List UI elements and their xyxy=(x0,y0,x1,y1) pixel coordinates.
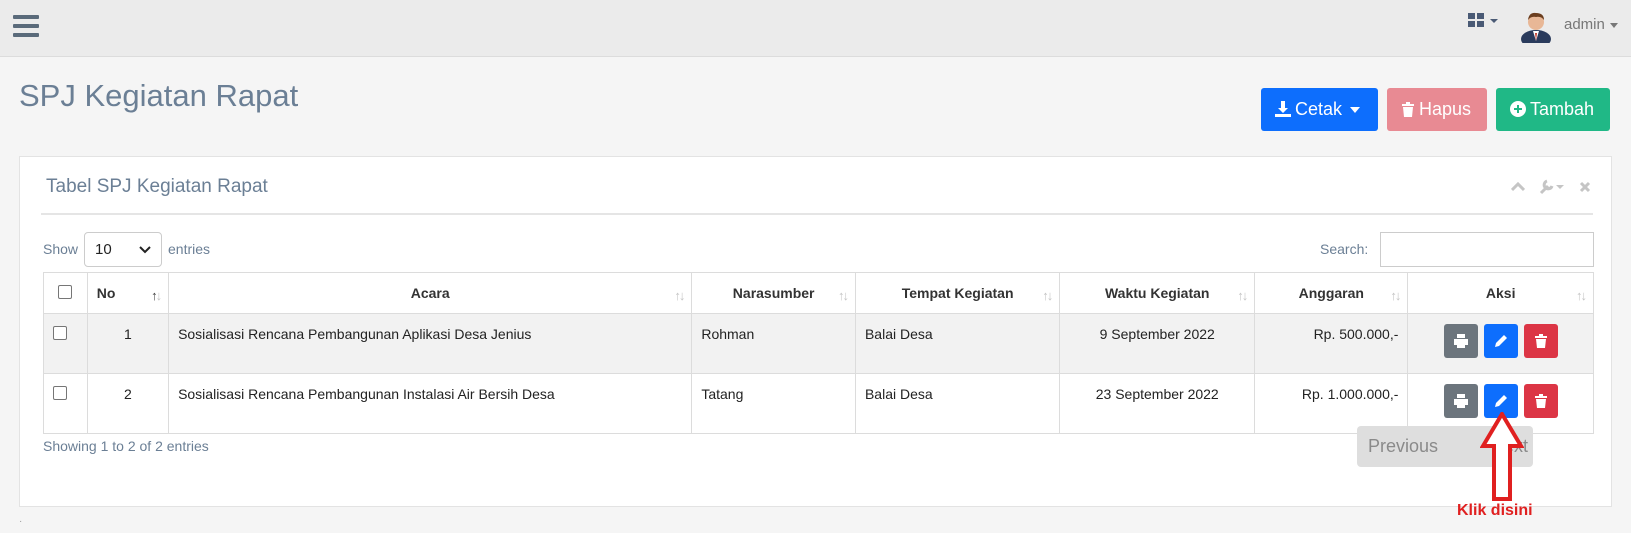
edit-button[interactable] xyxy=(1483,324,1518,358)
menu-toggle-icon[interactable] xyxy=(13,15,39,37)
cell-narasumber: Tatang xyxy=(691,373,856,434)
column-label: Narasumber xyxy=(732,285,815,301)
show-label: Show xyxy=(43,241,79,257)
column-header-aksi[interactable]: Aksi ↑↓ xyxy=(1407,272,1594,314)
user-menu[interactable]: admin xyxy=(1564,16,1618,33)
column-label: Waktu Kegiatan xyxy=(1104,285,1210,301)
trash-icon xyxy=(1534,394,1547,408)
close-icon[interactable] xyxy=(1579,181,1591,193)
annotation-label: Klik disini xyxy=(1457,502,1533,519)
cell-no: 2 xyxy=(86,373,170,434)
search-label: Search: xyxy=(1320,241,1369,257)
entries-label: entries xyxy=(168,241,211,257)
column-label: Anggaran xyxy=(1298,285,1364,301)
search-input[interactable] xyxy=(1380,232,1594,267)
cell-aksi xyxy=(1407,313,1594,374)
chevron-down-icon xyxy=(1609,22,1618,28)
apps-grid-icon[interactable] xyxy=(1468,13,1502,31)
cell-no: 1 xyxy=(86,313,170,374)
cetak-label: Cetak xyxy=(1295,99,1343,119)
column-header-acara[interactable]: Acara ↑↓ xyxy=(168,272,693,314)
tambah-button[interactable]: Tambah xyxy=(1496,88,1610,131)
column-label: Aksi xyxy=(1485,285,1516,301)
previous-button[interactable]: Previous xyxy=(1368,436,1438,457)
entries-select[interactable]: 10 xyxy=(84,232,162,267)
sort-asc-icon: ↑↓ xyxy=(151,288,162,303)
print-button[interactable] xyxy=(1443,384,1478,418)
chevron-down-icon xyxy=(139,245,151,253)
delete-button[interactable] xyxy=(1523,384,1558,418)
sort-icon: ↑↓ xyxy=(1576,288,1587,303)
print-button[interactable] xyxy=(1443,324,1478,358)
cell-tempat: Balai Desa xyxy=(854,373,1061,434)
tambah-label: Tambah xyxy=(1530,99,1595,119)
column-header-anggaran[interactable]: Anggaran ↑↓ xyxy=(1254,272,1409,314)
column-label: Tempat Kegiatan xyxy=(901,285,1014,301)
table-header-row: No ↑↓ Acara ↑↓ Narasumber ↑↓ Tempat Kegiata… xyxy=(43,272,1594,314)
wrench-icon[interactable] xyxy=(1539,179,1565,195)
column-header-narasumber[interactable]: Narasumber ↑↓ xyxy=(691,272,856,314)
column-label: No xyxy=(96,285,116,301)
cell-narasumber: Rohman xyxy=(691,313,856,374)
top-navbar: admin xyxy=(0,0,1631,57)
cell-anggaran: Rp. 1.000.000,- xyxy=(1254,373,1409,434)
row-select-cell xyxy=(43,313,88,374)
hapus-label: Hapus xyxy=(1419,99,1472,119)
table-row: 1 Sosialisasi Rencana Pembangunan Aplika… xyxy=(43,313,1594,374)
delete-button[interactable] xyxy=(1523,324,1558,358)
collapse-icon[interactable] xyxy=(1511,182,1525,192)
cell-anggaran: Rp. 500.000,- xyxy=(1254,313,1409,374)
cell-waktu: 9 September 2022 xyxy=(1059,313,1256,374)
sort-icon: ↑↓ xyxy=(1390,288,1401,303)
sort-icon: ↑↓ xyxy=(674,288,685,303)
pencil-icon xyxy=(1494,335,1507,347)
hapus-button[interactable]: Hapus xyxy=(1387,88,1487,131)
corner-mark: · xyxy=(19,516,23,527)
page-title: SPJ Kegiatan Rapat xyxy=(19,78,299,113)
user-avatar[interactable] xyxy=(1519,9,1553,48)
user-name-label: admin xyxy=(1564,16,1605,33)
pencil-icon xyxy=(1494,395,1507,407)
printer-icon xyxy=(1453,394,1468,408)
printer-icon xyxy=(1453,334,1468,348)
spj-table: No ↑↓ Acara ↑↓ Narasumber ↑↓ Tempat Kegiata… xyxy=(43,272,1594,434)
cetak-button[interactable]: Cetak xyxy=(1261,88,1378,131)
sort-icon: ↑↓ xyxy=(837,288,849,303)
sort-icon: ↑↓ xyxy=(1237,288,1248,303)
cell-tempat: Balai Desa xyxy=(854,313,1061,374)
sort-icon: ↑↓ xyxy=(1042,288,1053,303)
select-all-header xyxy=(43,272,88,314)
trash-icon xyxy=(1402,102,1414,117)
column-header-no[interactable]: No ↑↓ xyxy=(86,272,170,314)
column-label: Acara xyxy=(410,285,450,301)
cell-acara: Sosialisasi Rencana Pembangunan Aplikasi… xyxy=(168,313,693,374)
chevron-down-icon xyxy=(1350,107,1361,114)
annotation-arrow-up-icon xyxy=(1480,412,1524,501)
row-select-cell xyxy=(43,373,88,434)
cell-waktu: 23 September 2022 xyxy=(1059,373,1256,434)
column-header-tempat[interactable]: Tempat Kegiatan ↑↓ xyxy=(854,272,1061,314)
table-row: 2 Sosialisasi Rencana Pembangunan Instal… xyxy=(43,373,1594,434)
select-all-checkbox[interactable] xyxy=(58,284,73,299)
row-checkbox[interactable] xyxy=(53,386,67,400)
panel-tools xyxy=(1511,179,1591,195)
table-info: Showing 1 to 2 of 2 entries xyxy=(43,438,209,454)
row-checkbox[interactable] xyxy=(53,326,67,340)
entries-select-value: 10 xyxy=(95,241,112,258)
plus-circle-icon xyxy=(1510,101,1526,117)
table-panel: Tabel SPJ Kegiatan Rapat Show 10 entries… xyxy=(19,156,1612,507)
panel-title: Tabel SPJ Kegiatan Rapat xyxy=(46,176,268,197)
download-icon xyxy=(1275,101,1291,117)
trash-icon xyxy=(1534,334,1547,348)
panel-divider xyxy=(41,213,1593,215)
cell-acara: Sosialisasi Rencana Pembangunan Instalas… xyxy=(168,373,693,434)
column-header-waktu[interactable]: Waktu Kegiatan ↑↓ xyxy=(1059,272,1256,314)
